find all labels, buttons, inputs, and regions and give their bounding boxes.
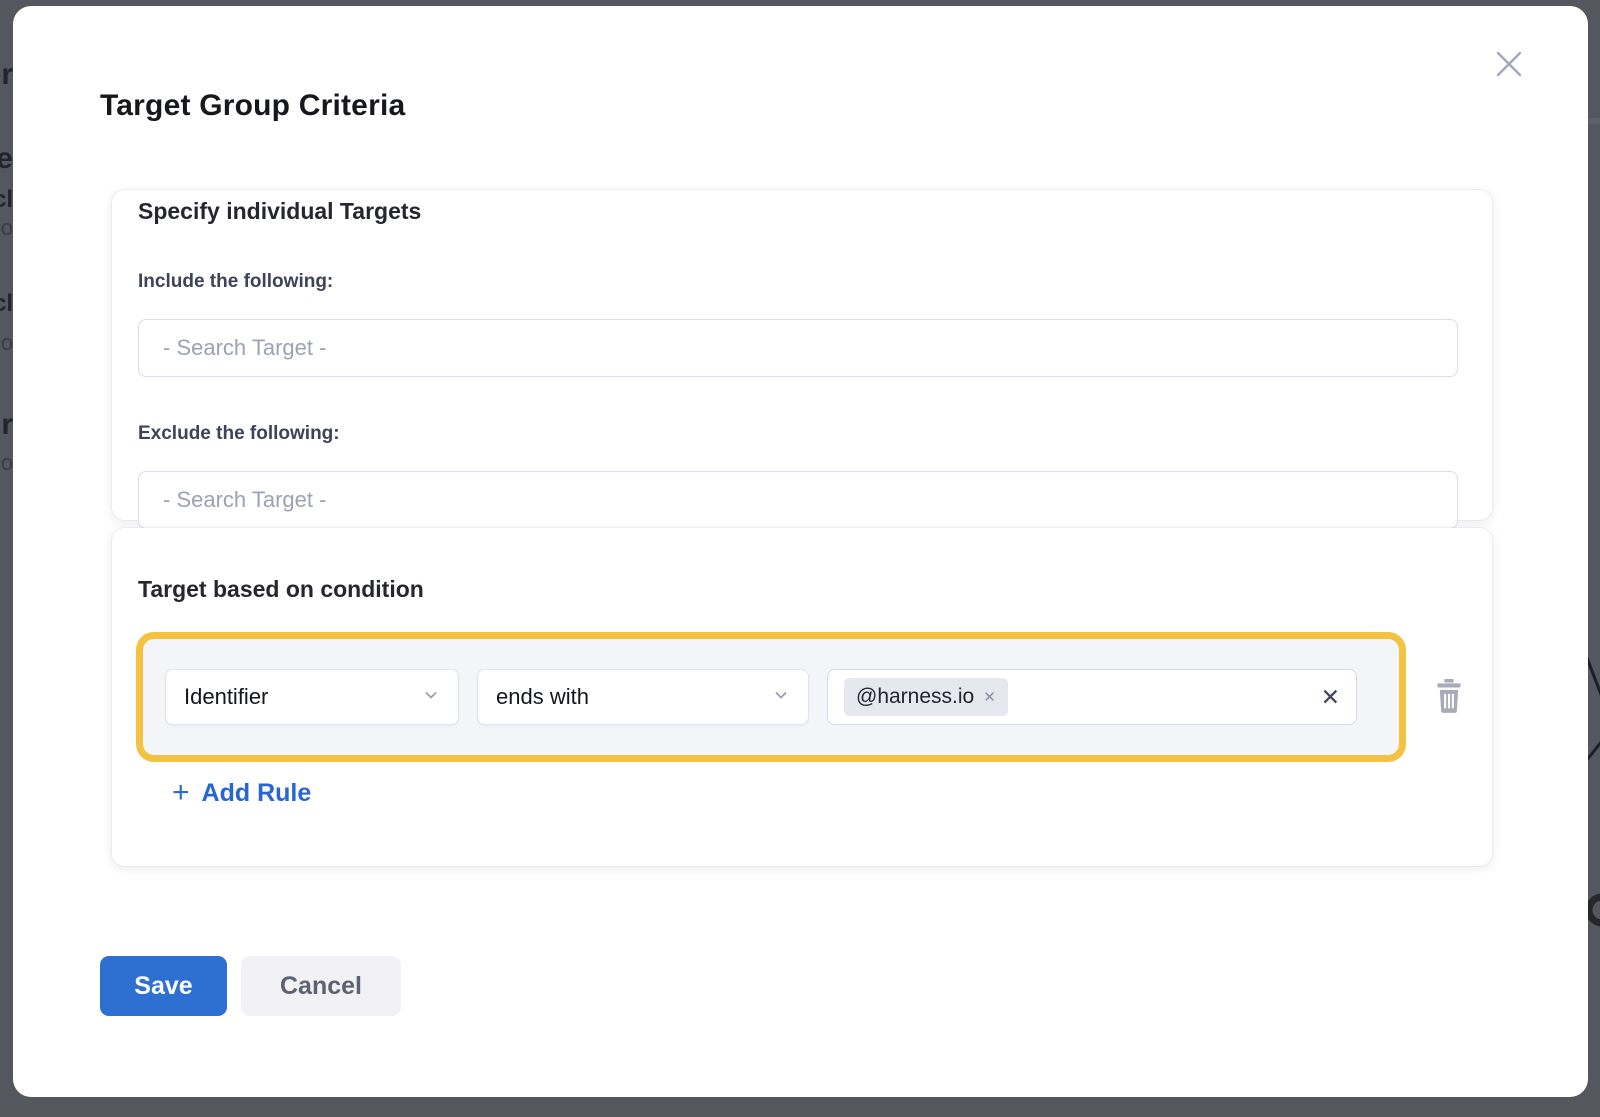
- individual-targets-card: Specify individual Targets Include the f…: [112, 190, 1492, 520]
- attribute-select[interactable]: Identifier: [165, 669, 459, 725]
- attribute-select-value: Identifier: [184, 684, 268, 710]
- add-rule-button[interactable]: + Add Rule: [172, 778, 311, 808]
- close-icon[interactable]: [1487, 42, 1531, 86]
- condition-rule-row: Identifier ends with @harness.io ✕: [136, 632, 1406, 762]
- background-graphic-fragment: [1588, 118, 1600, 124]
- condition-heading: Target based on condition: [138, 576, 1466, 603]
- background-graphic-fragment: [1588, 645, 1600, 775]
- save-button[interactable]: Save: [100, 956, 227, 1016]
- background-text-fragment: o: [0, 330, 13, 370]
- background-text-fragment: cl: [0, 290, 13, 330]
- values-tag-input[interactable]: @harness.io ✕ ✕: [827, 669, 1357, 725]
- condition-card: Target based on condition Identifier end…: [112, 528, 1492, 866]
- exclude-target-search-input[interactable]: [138, 471, 1458, 529]
- operator-select-value: ends with: [496, 684, 589, 710]
- background-graphic-fragment: [1588, 893, 1600, 927]
- background-text-fragment: o: [0, 215, 13, 255]
- operator-select[interactable]: ends with: [477, 669, 809, 725]
- chevron-down-icon: [422, 686, 440, 709]
- trash-icon: [1432, 677, 1466, 713]
- background-text-fragment: r: [0, 408, 13, 448]
- chevron-down-icon: [772, 686, 790, 709]
- chip-remove-icon[interactable]: ✕: [983, 690, 996, 705]
- include-target-search-input[interactable]: [138, 319, 1458, 377]
- add-rule-label: Add Rule: [202, 779, 312, 808]
- value-chip: @harness.io ✕: [844, 678, 1008, 716]
- background-text-fragment: er: [0, 58, 13, 98]
- include-label: Include the following:: [138, 271, 1466, 293]
- target-group-criteria-dialog: Target Group Criteria Specify individual…: [13, 6, 1588, 1097]
- individual-targets-heading: Specify individual Targets: [138, 198, 1466, 225]
- dialog-actions: Save Cancel: [100, 956, 401, 1016]
- exclude-label: Exclude the following:: [138, 423, 1466, 445]
- cancel-button[interactable]: Cancel: [241, 956, 401, 1016]
- plus-icon: +: [172, 778, 190, 808]
- value-chip-label: @harness.io: [856, 685, 974, 709]
- screen: erpeclocloro Target Group Criteria Speci…: [0, 0, 1600, 1117]
- clear-values-icon[interactable]: ✕: [1321, 686, 1340, 709]
- dialog-title: Target Group Criteria: [100, 89, 405, 123]
- delete-rule-button[interactable]: [1429, 676, 1469, 716]
- background-text-fragment: pe: [0, 142, 13, 182]
- background-text-fragment: o: [0, 450, 13, 490]
